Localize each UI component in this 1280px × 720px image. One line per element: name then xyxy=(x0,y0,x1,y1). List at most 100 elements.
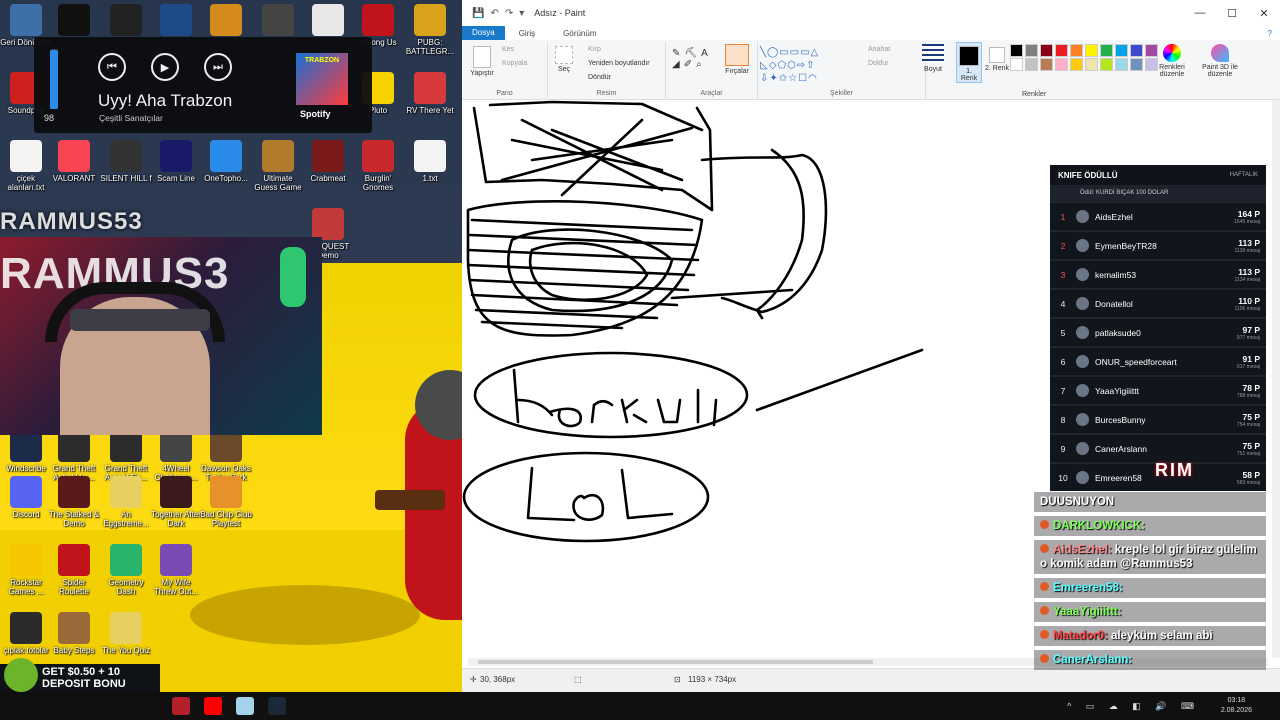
color-swatch[interactable] xyxy=(1070,44,1083,57)
cut-button[interactable]: Kes xyxy=(502,46,514,53)
desktop-icon[interactable]: Baby Steps xyxy=(48,612,100,655)
color-swatch[interactable] xyxy=(1025,58,1038,71)
desktop-icon[interactable]: Geometry Dash xyxy=(100,544,152,596)
color2-button[interactable]: 2. Renk xyxy=(984,42,1010,72)
next-track-icon[interactable]: ⏭ xyxy=(204,53,232,81)
shapes-gallery[interactable]: ╲◯▭▭▭△ ◺◇⬠⬡⇨⇧ ⇩✦✩☆☐◠ xyxy=(760,46,819,85)
desktop-icon[interactable]: Dawson Oaks Trailer Park xyxy=(200,430,252,482)
desktop-icon[interactable] xyxy=(100,4,152,38)
color-swatch[interactable] xyxy=(1025,44,1038,57)
volume-bar[interactable] xyxy=(50,49,58,109)
desktop-icon[interactable]: 4Wheel Challenge... xyxy=(150,430,202,482)
desktop-icon[interactable]: SILENT HILL f xyxy=(100,140,152,183)
color-swatch[interactable] xyxy=(1055,58,1068,71)
horizontal-scroll-thumb[interactable] xyxy=(478,660,873,664)
chat-username: CanerArslann: xyxy=(1053,654,1133,666)
desktop-icon[interactable]: Scam Line xyxy=(150,140,202,183)
desktop-icon[interactable]: Grand Theft Auto V En... xyxy=(100,430,152,482)
desktop-icon[interactable]: The You Quiz xyxy=(100,612,152,655)
desktop-icon[interactable] xyxy=(200,4,252,38)
maximize-button[interactable]: ☐ xyxy=(1216,7,1248,20)
minimize-button[interactable]: — xyxy=(1184,7,1216,20)
fill-button[interactable]: Doldur xyxy=(868,60,889,67)
desktop-icon[interactable]: Burglin' Gnomes xyxy=(352,140,404,192)
paint3d-button[interactable]: Paint 3D ile düzenle xyxy=(1198,44,1242,78)
color-swatch[interactable] xyxy=(1130,44,1143,57)
desktop-icon[interactable]: Crabmeat xyxy=(302,140,354,183)
undo-icon[interactable]: ↶ xyxy=(490,8,498,19)
desktop-icon[interactable]: Ultimate Guess Game xyxy=(252,140,304,192)
vertical-scrollbar[interactable] xyxy=(1272,100,1280,658)
tab-home[interactable]: Giriş xyxy=(505,29,549,38)
system-tray-icons[interactable]: ^ ▭ ☁ ◧ 🔊 ⌨ xyxy=(1067,701,1200,712)
desktop-icon[interactable]: PUBG: BATTLEGR... xyxy=(404,4,456,56)
desktop-icon[interactable]: My Wife Threw Out... xyxy=(150,544,202,596)
color-swatch[interactable] xyxy=(1115,44,1128,57)
save-icon[interactable]: 💾 xyxy=(472,8,484,19)
desktop-icon[interactable]: Windscribe xyxy=(0,430,52,473)
color-swatch[interactable] xyxy=(1085,44,1098,57)
desktop-icon[interactable] xyxy=(252,4,304,38)
color-swatch[interactable] xyxy=(1010,58,1023,71)
redo-icon[interactable]: ↷ xyxy=(505,8,513,19)
tab-file[interactable]: Dosya xyxy=(462,26,505,40)
desktop-icon[interactable]: RV There Yet xyxy=(404,72,456,115)
desktop-icon[interactable]: An Eggstreme... xyxy=(100,476,152,528)
edit-colors-button[interactable]: Renkleri düzenle xyxy=(1158,44,1186,78)
taskbar-app-icon[interactable] xyxy=(172,697,190,715)
desktop-icon[interactable] xyxy=(150,4,202,38)
color-swatch[interactable] xyxy=(1085,58,1098,71)
play-icon[interactable]: ▶ xyxy=(151,53,179,81)
desktop-icon[interactable]: Grand Theft Auto V Le... xyxy=(48,430,100,482)
paint-taskbar-icon[interactable] xyxy=(236,697,254,715)
outline-button[interactable]: Anahat xyxy=(868,46,890,53)
resize-button[interactable]: Yeniden boyutlandır xyxy=(588,60,650,67)
previous-track-icon[interactable]: ⏮ xyxy=(98,53,126,81)
user-avatar xyxy=(1076,239,1089,252)
color-swatch[interactable] xyxy=(1040,44,1053,57)
paste-button[interactable]: Yapıştır xyxy=(468,46,496,77)
color-swatch[interactable] xyxy=(1040,58,1053,71)
desktop-icon[interactable]: The Stalked & Demo xyxy=(48,476,100,528)
color-swatch[interactable] xyxy=(1070,58,1083,71)
color1-button[interactable]: 1. Renk xyxy=(956,42,982,83)
crop-button[interactable]: Kırp xyxy=(588,46,601,53)
desktop-icon-label: Spider Roulette xyxy=(59,578,89,596)
tools-icons[interactable]: ✎⛏A ◢✐⌕ xyxy=(672,48,712,70)
close-button[interactable]: ✕ xyxy=(1248,7,1280,20)
steam-icon[interactable] xyxy=(268,697,286,715)
desktop-icon[interactable]: çiçek alanları.txt xyxy=(0,140,52,192)
desktop-icon[interactable]: Discord xyxy=(0,476,52,519)
color-swatch[interactable] xyxy=(1115,58,1128,71)
desktop-icon[interactable] xyxy=(302,4,354,38)
copy-button[interactable]: Kopyala xyxy=(502,60,527,67)
color-swatch[interactable] xyxy=(1010,44,1023,57)
color-swatch[interactable] xyxy=(1130,58,1143,71)
select-button[interactable]: Seç xyxy=(552,46,576,73)
desktop-icon[interactable]: OneTopho... xyxy=(200,140,252,183)
brushes-button[interactable]: Fırçalar xyxy=(722,44,752,75)
ad-banner[interactable]: GET $0.50 + 10 DEPOSIT BONU xyxy=(0,658,160,692)
color-swatch[interactable] xyxy=(1055,44,1068,57)
color-swatch[interactable] xyxy=(1145,58,1158,71)
desktop-icon[interactable]: Spider Roulette xyxy=(48,544,100,596)
rotate-button[interactable]: Döndür xyxy=(588,74,611,81)
customize-icon[interactable]: ▾ xyxy=(519,8,524,19)
color-swatch[interactable] xyxy=(1145,44,1158,57)
desktop-icon[interactable]: VALORANT xyxy=(48,140,100,183)
desktop-icon[interactable]: Bad Chip Club Playtest xyxy=(200,476,252,528)
desktop-icon[interactable]: Rockstar Games ... xyxy=(0,544,52,596)
size-button[interactable]: Boyut xyxy=(920,44,946,73)
youtube-icon[interactable] xyxy=(204,697,222,715)
clock[interactable]: 03:18 2.08.2026 xyxy=(1221,696,1252,716)
desktop-icon[interactable]: Together After Dark xyxy=(150,476,202,528)
color-swatch[interactable] xyxy=(1100,58,1113,71)
points: 164 P 1645 mesaj xyxy=(1234,208,1260,225)
desktop-icon[interactable] xyxy=(48,4,100,38)
tab-view[interactable]: Görünüm xyxy=(549,29,610,38)
song-title: Uyy! Aha Trabzon xyxy=(98,91,233,110)
desktop-icon[interactable]: çıplak fotolar xyxy=(0,612,52,655)
help-button[interactable]: ? xyxy=(1268,29,1272,38)
color-swatch[interactable] xyxy=(1100,44,1113,57)
desktop-icon[interactable]: 1.txt xyxy=(404,140,456,183)
